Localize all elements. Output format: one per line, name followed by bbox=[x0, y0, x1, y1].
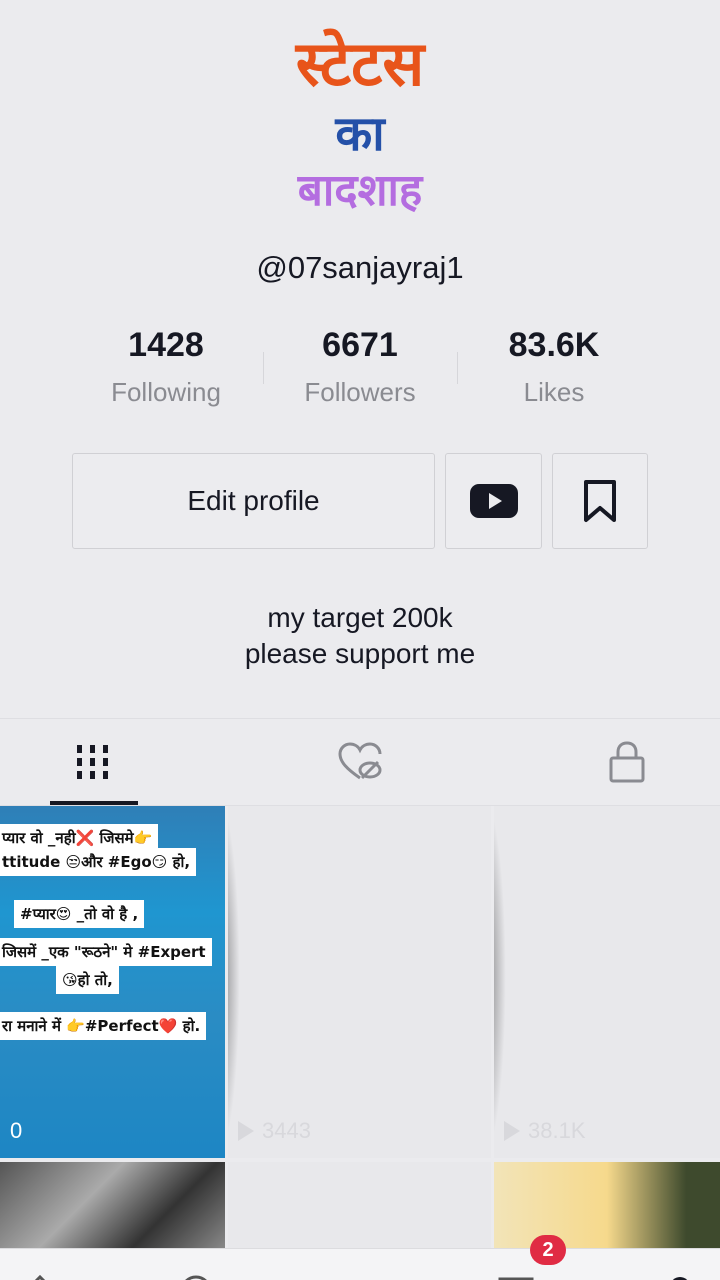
video-thumbnail[interactable] bbox=[0, 1162, 225, 1248]
tab-private[interactable] bbox=[582, 719, 672, 805]
caption-line: 😘हो तो, bbox=[56, 966, 119, 994]
followers-label: Followers bbox=[304, 377, 416, 407]
view-count-value: 38.1K bbox=[528, 1118, 586, 1143]
likes-stat[interactable]: 83.6K Likes bbox=[464, 320, 644, 414]
lock-icon bbox=[609, 741, 645, 783]
active-tab-indicator bbox=[50, 801, 138, 805]
inbox-icon[interactable] bbox=[498, 1271, 534, 1280]
youtube-icon bbox=[469, 484, 518, 518]
grid-icon bbox=[77, 745, 108, 779]
edit-profile-button[interactable]: Edit profile bbox=[72, 453, 435, 549]
youtube-button[interactable] bbox=[445, 453, 542, 549]
bio-line-2: please support me bbox=[244, 638, 476, 669]
likes-count: 83.6K bbox=[508, 326, 600, 364]
stat-divider bbox=[457, 352, 458, 384]
view-count: 38.1K bbox=[504, 1118, 586, 1144]
likes-label: Likes bbox=[523, 377, 585, 407]
caption-line: रा मनाने में 👉#Perfect❤️ हो. bbox=[0, 1012, 207, 1040]
video-thumbnail[interactable] bbox=[494, 1162, 720, 1248]
bottom-navigation: 2 bbox=[0, 1235, 720, 1280]
play-icon bbox=[504, 1121, 520, 1141]
heart-hidden-icon bbox=[338, 742, 382, 780]
followers-count: 6671 bbox=[322, 326, 398, 364]
profile-icon[interactable] bbox=[662, 1271, 698, 1280]
play-icon bbox=[238, 1121, 254, 1141]
caption-line: #प्यार😍 _तो वो है , bbox=[14, 900, 145, 928]
following-stat[interactable]: 1428 Following bbox=[76, 320, 256, 414]
video-thumbnail[interactable]: 38.1K bbox=[494, 806, 720, 1158]
logo-line-2: का bbox=[335, 106, 385, 162]
video-thumbnail[interactable] bbox=[228, 1162, 491, 1248]
view-count-value: 0 bbox=[10, 1118, 23, 1143]
caption-line: जिसमें _एक "रूठने" मे #Expert bbox=[0, 938, 212, 966]
following-count: 1428 bbox=[128, 326, 204, 364]
view-count-value: 3443 bbox=[262, 1118, 311, 1143]
logo-line-1: स्टेटस bbox=[295, 27, 425, 100]
home-icon[interactable] bbox=[22, 1271, 58, 1280]
bookmark-icon bbox=[584, 480, 616, 522]
stat-divider bbox=[263, 352, 264, 384]
video-thumbnail[interactable]: प्यार वो _नही❌ जिसमे👉 ttitude 😒और #Ego😏 … bbox=[0, 806, 225, 1158]
tab-videos[interactable] bbox=[48, 719, 138, 805]
bio-line-1: my target 200k bbox=[267, 602, 453, 633]
discover-icon[interactable] bbox=[178, 1271, 214, 1280]
bookmark-button[interactable] bbox=[552, 453, 648, 549]
view-count: 3443 bbox=[238, 1118, 311, 1144]
profile-bio: my target 200k please support me bbox=[0, 600, 720, 672]
tab-liked[interactable] bbox=[315, 719, 405, 805]
username: @07sanjayraj1 bbox=[256, 250, 464, 285]
view-count: 0 bbox=[10, 1118, 22, 1144]
following-label: Following bbox=[111, 377, 221, 407]
profile-stats: 1428 Following 6671 Followers 83.6K Like… bbox=[0, 320, 720, 410]
profile-tabs bbox=[0, 718, 720, 806]
profile-logo: स्टेटस का बादशाह bbox=[0, 22, 720, 220]
inbox-badge: 2 bbox=[530, 1235, 566, 1265]
logo-line-3: बादशाह bbox=[297, 165, 423, 216]
caption-line: ttitude 😒और #Ego😏 हो, bbox=[0, 848, 197, 876]
video-thumbnail[interactable]: 3443 bbox=[228, 806, 491, 1158]
followers-stat[interactable]: 6671 Followers bbox=[270, 320, 450, 414]
